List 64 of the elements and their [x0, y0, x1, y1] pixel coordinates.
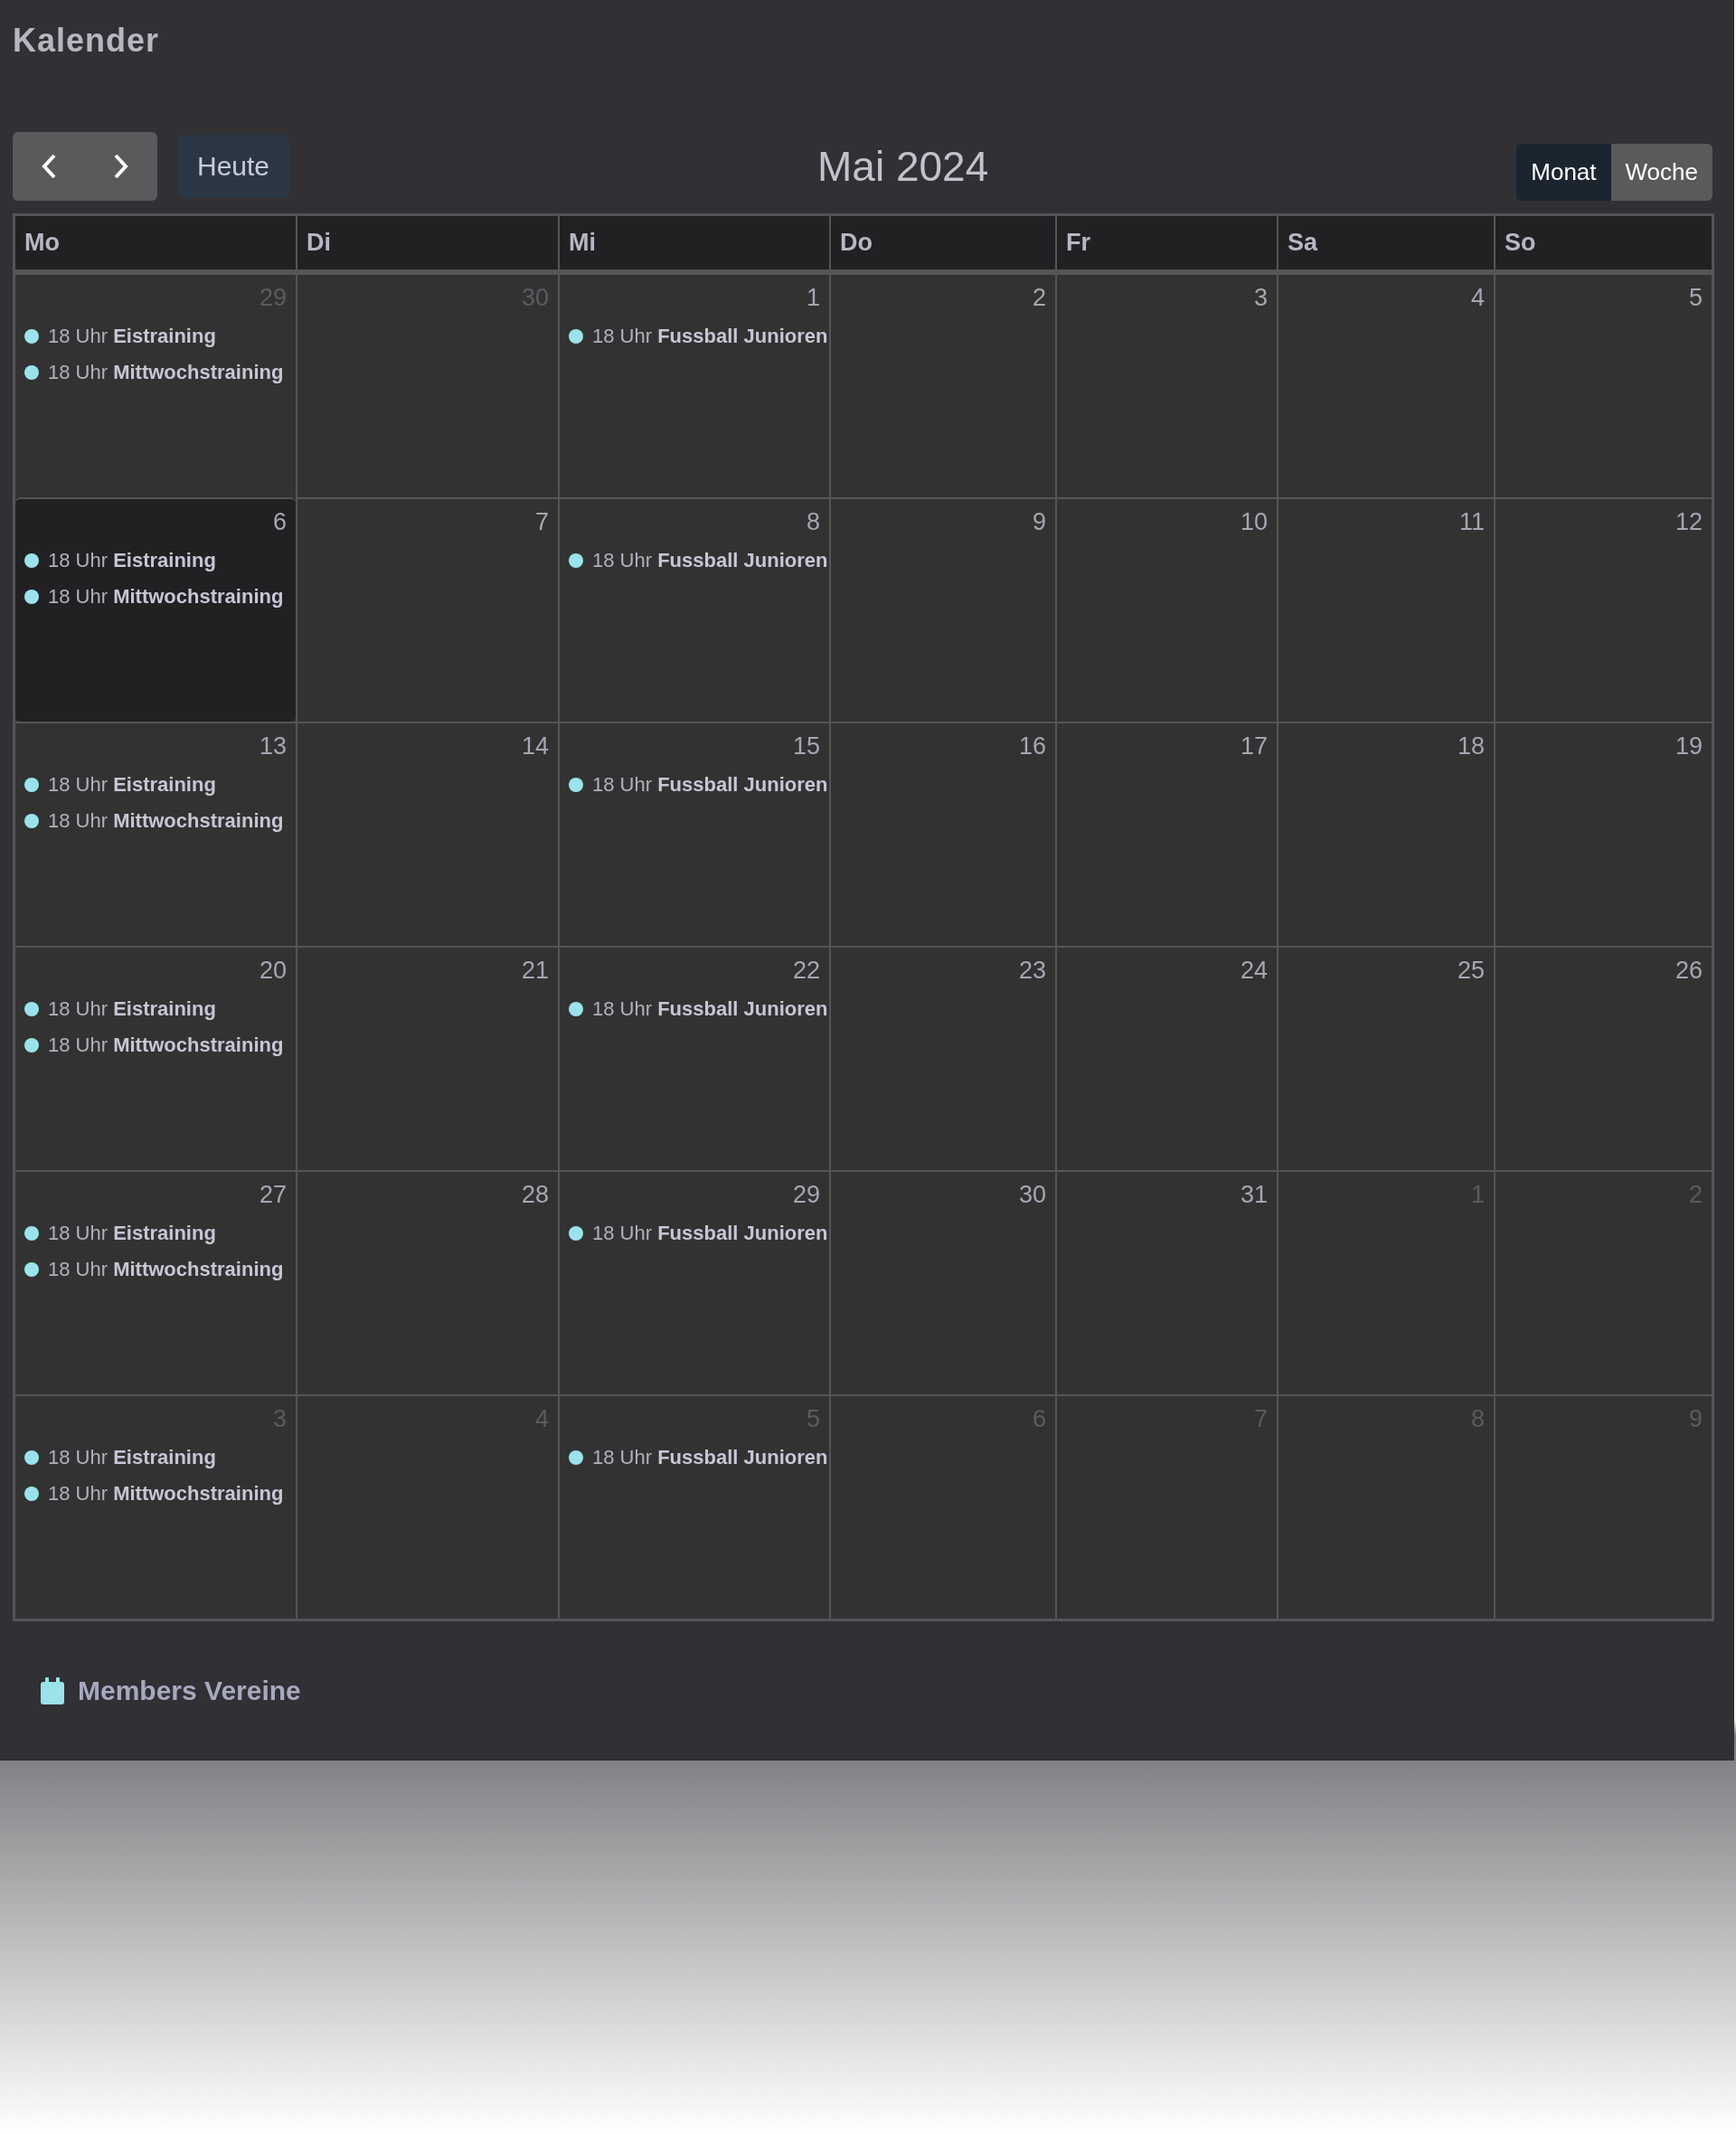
- day-number: 4: [1470, 284, 1485, 312]
- event-label[interactable]: 18 Uhr Mittwochstraining: [48, 361, 284, 384]
- day-number: 16: [1018, 732, 1046, 760]
- event-label[interactable]: 18 Uhr Fussball Junioren: [592, 997, 828, 1021]
- event-label[interactable]: 18 Uhr Fussball Junioren: [592, 325, 828, 348]
- page-title: Kalender: [13, 22, 160, 60]
- day-number: 9: [1032, 508, 1046, 536]
- day-number: 20: [259, 957, 287, 985]
- event-label[interactable]: 18 Uhr Mittwochstraining: [48, 1034, 284, 1057]
- day-number: 10: [1240, 508, 1268, 536]
- day-number: 29: [792, 1181, 820, 1209]
- day-number: 31: [1240, 1181, 1268, 1209]
- event-label[interactable]: 18 Uhr Mittwochstraining: [48, 809, 284, 833]
- chevron-left-icon: [41, 153, 57, 180]
- weekday-header: Di: [296, 216, 558, 273]
- event-label[interactable]: 18 Uhr Fussball Junioren: [592, 773, 828, 797]
- event-label[interactable]: 18 Uhr Fussball Junioren: [592, 549, 828, 572]
- day-number: 7: [534, 508, 549, 536]
- day-number: 8: [806, 508, 820, 536]
- event-label[interactable]: 18 Uhr Eistraining: [48, 325, 216, 348]
- day-number: 27: [259, 1181, 287, 1209]
- day-number: 22: [792, 957, 820, 985]
- event-label[interactable]: 18 Uhr Mittwochstraining: [48, 1482, 284, 1506]
- event-label[interactable]: 18 Uhr Eistraining: [48, 997, 216, 1021]
- day-number: 15: [792, 732, 820, 760]
- day-number: 5: [1688, 284, 1703, 312]
- day-number: 26: [1675, 957, 1703, 985]
- day-number: 19: [1675, 732, 1703, 760]
- view-tab[interactable]: Woche: [1610, 144, 1712, 201]
- weekday-header: Do: [829, 216, 1055, 273]
- day-number: 18: [1457, 732, 1485, 760]
- day-number: 6: [272, 508, 287, 536]
- day-number: 30: [1018, 1181, 1046, 1209]
- month-title: Mai 2024: [817, 142, 989, 191]
- view-tab[interactable]: Monat: [1516, 144, 1611, 201]
- weekday-header: Mi: [558, 216, 829, 273]
- weekday-header: Fr: [1055, 216, 1277, 273]
- weekday-header: Sa: [1277, 216, 1494, 273]
- day-number: 28: [521, 1181, 549, 1209]
- day-number: 11: [1458, 508, 1485, 536]
- event-label[interactable]: 18 Uhr Mittwochstraining: [48, 1258, 284, 1281]
- day-number: 12: [1675, 508, 1703, 536]
- day-number: 3: [1253, 284, 1268, 312]
- day-number: 2: [1032, 284, 1046, 312]
- event-label[interactable]: 18 Uhr Eistraining: [48, 773, 216, 797]
- weekday-header: Mo: [15, 216, 296, 273]
- weekday-header: So: [1494, 216, 1712, 273]
- day-number: 24: [1240, 957, 1268, 985]
- day-number: 23: [1018, 957, 1046, 985]
- event-label[interactable]: 18 Uhr Eistraining: [48, 549, 216, 572]
- day-number: 13: [259, 732, 287, 760]
- day-number: 1: [806, 284, 820, 312]
- event-label[interactable]: 18 Uhr Mittwochstraining: [48, 585, 284, 609]
- day-number: 14: [521, 732, 549, 760]
- today-button[interactable]: Heute: [177, 135, 290, 198]
- event-label[interactable]: 18 Uhr Eistraining: [48, 1222, 216, 1245]
- event-label[interactable]: 18 Uhr Fussball Junioren: [592, 1446, 828, 1469]
- day-number: 17: [1240, 732, 1268, 760]
- legend-label: Members Vereine: [78, 1676, 301, 1706]
- event-label[interactable]: 18 Uhr Fussball Junioren: [592, 1222, 828, 1245]
- event-label[interactable]: 18 Uhr Eistraining: [48, 1446, 216, 1469]
- day-number: 25: [1457, 957, 1485, 985]
- chevron-right-icon: [113, 153, 129, 180]
- day-number: 21: [521, 957, 549, 985]
